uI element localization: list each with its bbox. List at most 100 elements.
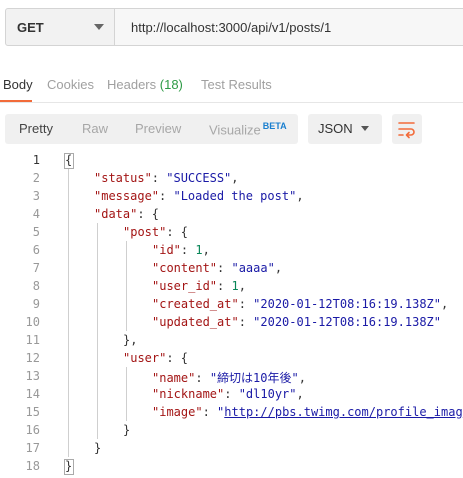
json-string: "aaaa" [231,261,275,275]
json-string: "締切は10年後" [209,371,299,385]
json-link[interactable]: http://pbs.twimg.com/profile_imag [224,405,462,419]
line-number: 8 [32,279,40,293]
response-tabs: Body Cookies Headers (18) Test Results [0,70,463,103]
tab-body[interactable]: Body [3,77,33,92]
code-line: 15 "image": "http://pbs.twimg.com/profile… [0,405,463,423]
code-text: "content": "aaaa", [152,261,282,275]
response-body-viewer[interactable]: 1{2 "status": "SUCCESS", 3 "message": "Load… [0,151,463,478]
json-key: "user" [123,351,167,365]
json-key: "id" [152,243,181,257]
line-number: 1 [32,153,40,167]
json-punctuation: , [298,371,306,385]
headers-count: (18) [159,77,183,92]
chevron-down-icon [94,24,104,30]
code-line: 9 "created_at": "2020-01-12T08:16:19.138Z… [0,297,463,315]
code-line: 3 "message": "Loaded the post", [0,189,463,207]
line-number: 3 [32,189,40,203]
line-number: 2 [32,171,40,185]
json-string: "Loaded the post" [173,189,297,203]
line-number: 13 [25,369,40,383]
line-number: 6 [32,243,40,257]
line-number: 18 [25,459,40,473]
format-select[interactable]: JSON [308,114,382,144]
json-number: 1 [195,243,203,257]
code-line: 8 "user_id": 1, [0,279,463,297]
tab-cookies[interactable]: Cookies [47,77,94,92]
wrap-lines-button[interactable] [392,114,422,144]
pretty-button[interactable]: Pretty [19,121,53,136]
raw-button[interactable]: Raw [82,121,108,136]
json-key: "name" [152,371,196,385]
json-string: "dl10yr" [238,387,297,401]
json-key: "post" [123,225,167,239]
line-number: 7 [32,261,40,275]
json-key: "content" [152,261,218,275]
json-punctuation: , [296,387,304,401]
json-key: "message" [94,189,160,203]
json-key: "created_at" [152,297,239,311]
code-text: "image": "http://pbs.twimg.com/profile_i… [152,405,463,419]
code-line: 7 "content": "aaaa", [0,261,463,279]
json-punctuation: , [238,279,246,293]
code-line: 5 "post": { [0,225,463,243]
json-punctuation: : [217,261,232,275]
method-select[interactable]: GET [5,8,115,46]
json-key: "nickname" [152,387,225,401]
code-line: 18} [0,459,463,477]
line-number: 16 [25,423,40,437]
json-punctuation: : { [137,207,160,221]
code-text: "created_at": "2020-01-12T08:16:19.138Z"… [152,297,448,311]
json-key: "updated_at" [152,315,239,329]
url-input[interactable]: http://localhost:3000/api/v1/posts/1 [115,8,463,46]
json-punctuation: : [159,189,174,203]
code-text: { [65,153,72,167]
code-line: 16} [0,423,463,441]
json-key: "status" [94,171,152,185]
line-number: 9 [32,297,40,311]
visualize-label: Visualize [209,122,261,138]
json-punctuation: : [238,315,254,329]
view-mode-toggle: Pretty Raw Preview Visualize BETA [5,114,298,144]
json-string: "2020-01-12T08:16:19.138Z" [253,297,441,311]
code-text: } [94,441,101,455]
code-text: "user": { [123,351,188,365]
code-text: "updated_at": "2020-01-12T08:16:19.138Z" [152,315,441,329]
code-text: "user_id": 1, [152,279,246,293]
code-text: "name": "締切は10年後", [152,369,306,386]
code-text: }, [123,333,137,347]
line-number: 4 [32,207,40,221]
json-punctuation: : [151,171,167,185]
code-text: "post": { [123,225,188,239]
preview-button[interactable]: Preview [135,121,181,136]
json-punctuation: : [238,297,254,311]
method-label: GET [17,19,44,35]
visualize-button[interactable]: Visualize BETA [209,121,287,137]
json-punctuation: , [231,171,239,185]
code-line: 1{ [0,153,463,171]
code-text: "message": "Loaded the post", [94,189,304,203]
tab-headers-label: Headers [107,77,157,92]
code-line: 12 "user": { [0,351,463,369]
json-punctuation: , [296,189,304,203]
code-line: 4 "data": { [0,207,463,225]
json-punctuation: { [65,153,73,167]
code-line: 17} [0,441,463,459]
code-line: 14 "nickname": "dl10yr", [0,387,463,405]
json-punctuation: : [195,371,210,385]
tab-headers[interactable]: Headers (18) [107,77,183,92]
code-text: "id": 1, [152,243,210,257]
code-line: 13 "name": "締切は10年後", [0,369,463,387]
json-key: "user_id" [152,279,218,293]
wrap-lines-icon [398,122,415,139]
code-line: 11}, [0,333,463,351]
tab-test-results[interactable]: Test Results [201,77,272,92]
beta-badge: BETA [262,121,287,131]
code-text: "data": { [94,207,159,221]
request-bar: GET http://localhost:3000/api/v1/posts/1 [0,0,463,52]
json-punctuation: : [217,279,232,293]
json-punctuation: } [94,441,102,455]
json-key: "image" [152,405,203,419]
json-punctuation: : [202,405,218,419]
json-key: "data" [94,207,138,221]
url-text: http://localhost:3000/api/v1/posts/1 [131,19,332,35]
